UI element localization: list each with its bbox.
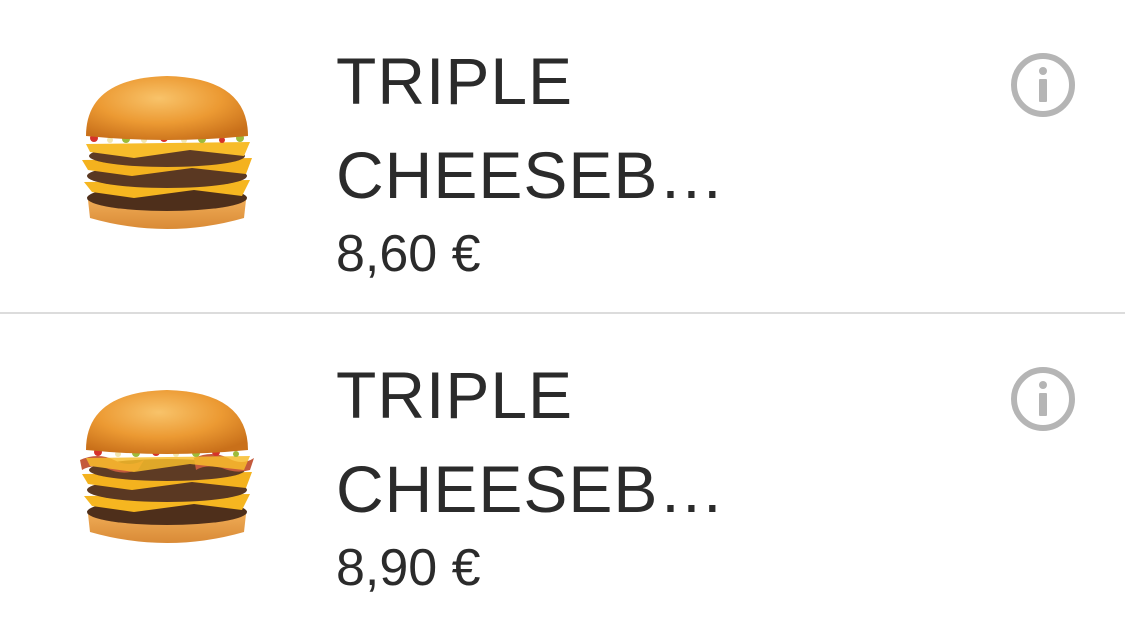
product-price: 8,90 € (336, 539, 481, 597)
product-row[interactable]: TRIPLE CHEESEB… 8,90 € (0, 314, 1125, 626)
product-name: TRIPLE CHEESEB… (336, 44, 726, 212)
product-row[interactable]: TRIPLE CHEESEB… 8,60 € (0, 0, 1125, 312)
info-icon[interactable] (1010, 366, 1076, 432)
product-price: 8,60 € (336, 225, 481, 283)
product-text: TRIPLE CHEESEB… 8,90 € (336, 348, 896, 598)
product-name: TRIPLE CHEESEB… (336, 358, 726, 526)
product-list: TRIPLE CHEESEB… 8,60 € TRIPLE CHEESEB… 8… (0, 0, 1125, 622)
product-text: TRIPLE CHEESEB… 8,60 € (336, 34, 896, 284)
burger-image (74, 72, 260, 242)
burger-image (74, 386, 260, 556)
info-icon[interactable] (1010, 52, 1076, 118)
